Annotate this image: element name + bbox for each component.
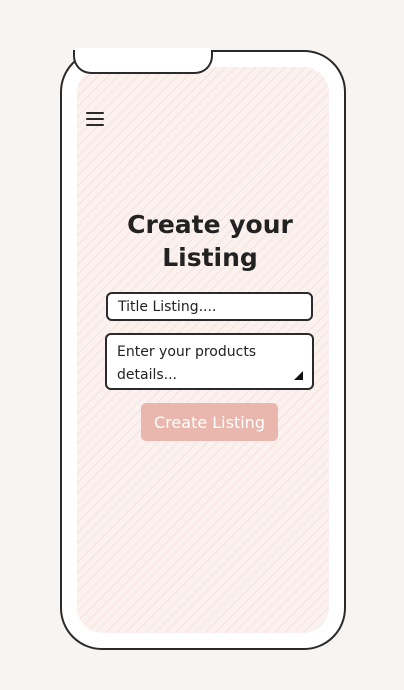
page-title: Create your Listing	[60, 208, 360, 274]
title-listing-input[interactable]	[106, 292, 313, 321]
menu-line	[86, 118, 104, 120]
menu-line	[86, 112, 104, 114]
menu-line	[86, 124, 104, 126]
product-details-textarea[interactable]	[107, 335, 312, 388]
resize-handle-icon[interactable]	[294, 371, 303, 380]
create-listing-button[interactable]: Create Listing	[141, 403, 278, 441]
phone-notch	[73, 50, 213, 74]
hamburger-menu-icon[interactable]	[86, 112, 104, 128]
notch-cover	[75, 48, 211, 52]
page-title-line-1: Create your	[127, 210, 293, 239]
product-details-field	[105, 333, 314, 390]
page-title-line-2: Listing	[162, 243, 258, 272]
